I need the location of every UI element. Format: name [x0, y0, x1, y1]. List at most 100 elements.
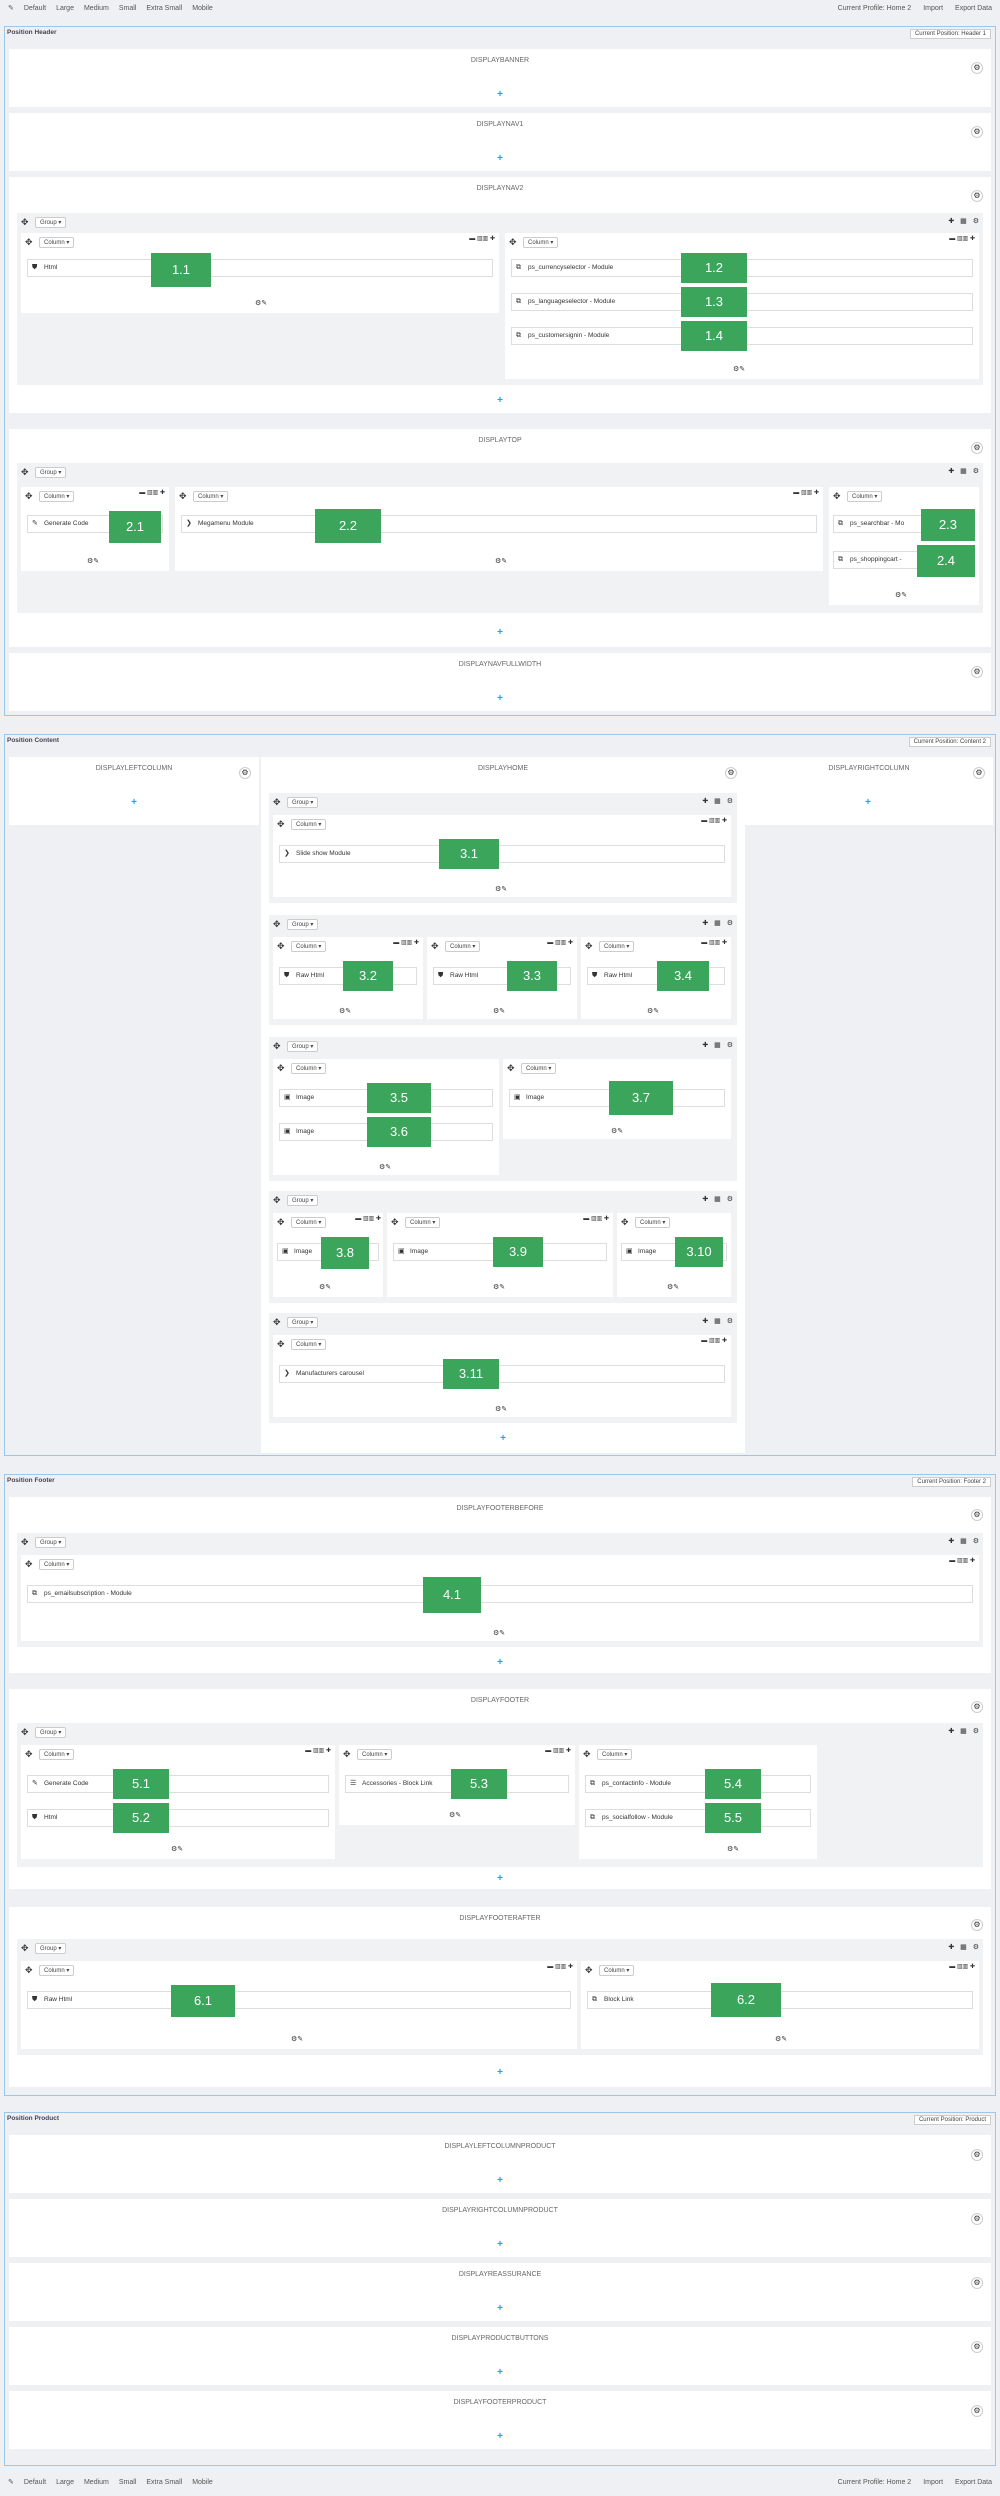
edit-icon[interactable]: ⚙✎ — [495, 557, 507, 565]
group-actions-icon[interactable]: ✚ ▦ ⚙ — [702, 1317, 735, 1325]
move-icon[interactable]: ✥ — [179, 491, 187, 502]
group-actions-icon[interactable]: ✚ ▦ ⚙ — [948, 467, 981, 475]
add-group-button[interactable]: + — [495, 1873, 505, 1884]
add-group-button[interactable]: + — [495, 153, 505, 164]
module-slideshow[interactable]: ❯ Slide show Module — [279, 845, 725, 863]
add-group-button[interactable]: + — [495, 627, 505, 638]
group-button[interactable]: Group ▾ — [35, 1727, 67, 1738]
move-icon[interactable]: ✥ — [25, 1965, 33, 1976]
edit-icon[interactable]: ⚙✎ — [493, 1007, 505, 1015]
size-large[interactable]: Large — [56, 2479, 74, 2486]
move-icon[interactable]: ✥ — [585, 941, 593, 952]
add-group-button[interactable]: + — [495, 89, 505, 100]
gear-icon[interactable]: ⚙ — [971, 2213, 983, 2225]
move-icon[interactable]: ✥ — [21, 1943, 29, 1954]
column-button[interactable]: Column ▾ — [599, 1965, 635, 1976]
group-actions-icon[interactable]: ✚ ▦ ⚙ — [702, 919, 735, 927]
position-selector[interactable]: Current Position: Product — [913, 2115, 991, 2125]
group-button[interactable]: Group ▾ — [35, 1943, 67, 1954]
import-button[interactable]: Import — [923, 5, 943, 12]
size-small[interactable]: Small — [119, 5, 137, 12]
edit-icon[interactable]: ⚙✎ — [379, 1163, 391, 1171]
move-icon[interactable]: ✥ — [343, 1749, 351, 1760]
module-emailsubscription[interactable]: ⧉ ps_emailsubscription - Module — [27, 1585, 973, 1603]
group-button[interactable]: Group ▾ — [35, 467, 67, 478]
add-group-button[interactable]: + — [495, 2067, 505, 2078]
move-icon[interactable]: ✥ — [509, 237, 517, 248]
edit-icon[interactable]: ⚙✎ — [495, 1405, 507, 1413]
group-button[interactable]: Group ▾ — [287, 1041, 319, 1052]
edit-icon[interactable]: ⚙✎ — [255, 299, 267, 307]
gear-icon[interactable]: ⚙ — [971, 442, 983, 454]
column-button[interactable]: Column ▾ — [291, 1339, 327, 1350]
gear-icon[interactable]: ⚙ — [239, 767, 251, 779]
export-button[interactable]: Export Data — [955, 2479, 992, 2486]
move-icon[interactable]: ✥ — [431, 941, 439, 952]
move-icon[interactable]: ✥ — [25, 491, 33, 502]
column-actions-icon[interactable]: ▬ ▥▥ ✚ — [547, 1963, 573, 1970]
column-actions-icon[interactable]: ▬ ▥▥ ✚ — [355, 1215, 381, 1222]
group-button[interactable]: Group ▾ — [35, 217, 67, 228]
column-button[interactable]: Column ▾ — [405, 1217, 441, 1228]
add-group-button[interactable]: + — [495, 2367, 505, 2378]
size-medium[interactable]: Medium — [84, 5, 109, 12]
column-actions-icon[interactable]: ▬ ▥▥ ✚ — [393, 939, 419, 946]
module-manufacturers-carousel[interactable]: ❯ Manufacturers carousel — [279, 1365, 725, 1383]
gear-icon[interactable]: ⚙ — [725, 767, 737, 779]
size-large[interactable]: Large — [56, 5, 74, 12]
gear-icon[interactable]: ⚙ — [971, 1701, 983, 1713]
module-raw-html[interactable]: ⛊ Raw Html — [27, 1991, 571, 2009]
column-actions-icon[interactable]: ▬ ▥▥ ✚ — [949, 1557, 975, 1564]
position-selector[interactable]: Current Position: Footer 2 — [912, 1477, 991, 1487]
gear-icon[interactable]: ⚙ — [971, 2149, 983, 2161]
move-icon[interactable]: ✥ — [583, 1749, 591, 1760]
column-actions-icon[interactable]: ▬ ▥▥ ✚ — [701, 1337, 727, 1344]
module-html[interactable]: ⛊ Html — [27, 259, 493, 277]
add-group-button[interactable]: + — [495, 693, 505, 704]
position-selector[interactable]: Current Position: Header 1 — [909, 29, 991, 39]
group-actions-icon[interactable]: ✚ ▦ ⚙ — [702, 797, 735, 805]
module-contactinfo[interactable]: ⧉ ps_contactinfo - Module — [585, 1775, 811, 1793]
column-actions-icon[interactable]: ▬ ▥▥ ✚ — [305, 1747, 331, 1754]
move-icon[interactable]: ✥ — [585, 1965, 593, 1976]
column-actions-icon[interactable]: ▬ ▥▥ ✚ — [139, 489, 165, 496]
column-button[interactable]: Column ▾ — [523, 237, 559, 248]
column-actions-icon[interactable]: ▬ ▥▥ ✚ — [701, 817, 727, 824]
gear-icon[interactable]: ⚙ — [971, 2341, 983, 2353]
edit-icon[interactable]: ⚙✎ — [667, 1283, 679, 1291]
export-button[interactable]: Export Data — [955, 5, 992, 12]
edit-icon[interactable]: ⚙✎ — [775, 2035, 787, 2043]
gear-icon[interactable]: ⚙ — [971, 2405, 983, 2417]
move-icon[interactable]: ✥ — [277, 941, 285, 952]
group-button[interactable]: Group ▾ — [287, 1317, 319, 1328]
gear-icon[interactable]: ⚙ — [971, 1919, 983, 1931]
move-icon[interactable]: ✥ — [833, 491, 841, 502]
size-default[interactable]: Default — [24, 5, 46, 12]
import-button[interactable]: Import — [923, 2479, 943, 2486]
add-group-button[interactable]: + — [495, 2239, 505, 2250]
group-actions-icon[interactable]: ✚ ▦ ⚙ — [702, 1041, 735, 1049]
column-button[interactable]: Column ▾ — [291, 1217, 327, 1228]
edit-icon[interactable]: ⚙✎ — [895, 591, 907, 599]
module-megamenu[interactable]: ❯ Megamenu Module — [181, 515, 817, 533]
move-icon[interactable]: ✥ — [21, 217, 29, 228]
gear-icon[interactable]: ⚙ — [971, 126, 983, 138]
size-mobile[interactable]: Mobile — [192, 2479, 213, 2486]
size-mobile[interactable]: Mobile — [192, 5, 213, 12]
group-actions-icon[interactable]: ✚ ▦ ⚙ — [702, 1195, 735, 1203]
edit-icon[interactable]: ⚙✎ — [449, 1811, 461, 1819]
add-group-button[interactable]: + — [863, 797, 873, 808]
move-icon[interactable]: ✥ — [273, 797, 281, 808]
edit-icon[interactable]: ⚙✎ — [727, 1845, 739, 1853]
group-button[interactable]: Group ▾ — [287, 797, 319, 808]
move-icon[interactable]: ✥ — [277, 819, 285, 830]
gear-icon[interactable]: ⚙ — [971, 1509, 983, 1521]
pencil-icon[interactable]: ✎ — [8, 4, 14, 12]
edit-icon[interactable]: ⚙✎ — [87, 557, 99, 565]
column-actions-icon[interactable]: ▬ ▥▥ ✚ — [793, 489, 819, 496]
size-medium[interactable]: Medium — [84, 2479, 109, 2486]
edit-icon[interactable]: ⚙✎ — [647, 1007, 659, 1015]
column-button[interactable]: Column ▾ — [291, 1063, 327, 1074]
edit-icon[interactable]: ⚙✎ — [733, 365, 745, 373]
edit-icon[interactable]: ⚙✎ — [319, 1283, 331, 1291]
